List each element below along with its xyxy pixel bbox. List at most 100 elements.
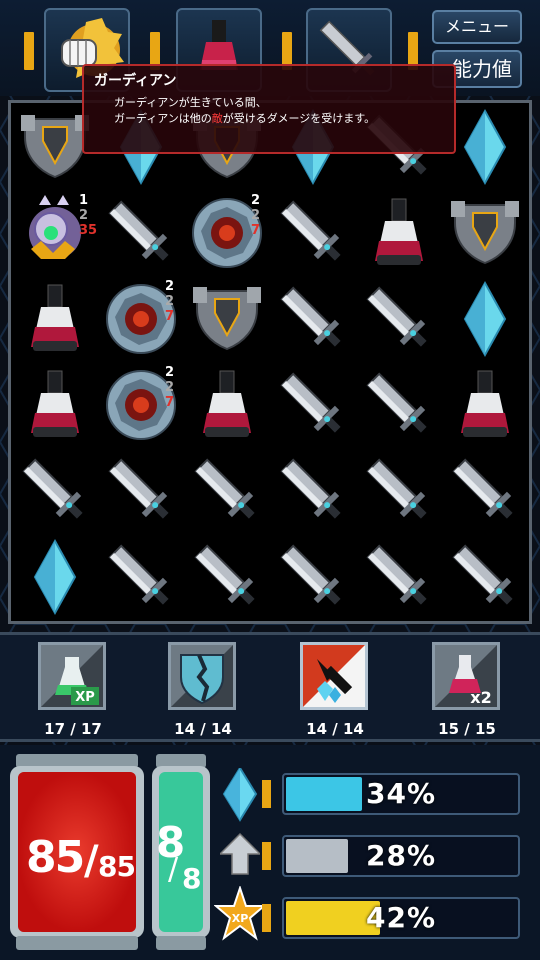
sword-tile[interactable] bbox=[357, 363, 441, 447]
guardian-icon bbox=[451, 201, 519, 265]
up-arrow-icon bbox=[220, 832, 260, 875]
guardian-tile[interactable] bbox=[443, 191, 527, 275]
enemy-stat-a: 2 bbox=[165, 365, 175, 380]
crystal-icon bbox=[33, 538, 77, 616]
sword-tile[interactable] bbox=[357, 277, 441, 361]
enemy-stat-b: 2 bbox=[79, 208, 89, 223]
mp-max: 8 bbox=[182, 862, 202, 895]
sword-tile[interactable] bbox=[99, 535, 183, 619]
sword-tile[interactable] bbox=[13, 449, 97, 533]
sword-icon bbox=[366, 372, 427, 433]
sword-icon bbox=[280, 544, 341, 605]
skill-count: 15 / 15 bbox=[438, 720, 496, 738]
potion-icon bbox=[31, 370, 79, 437]
sword-icon bbox=[194, 458, 255, 519]
sword-icon bbox=[108, 458, 169, 519]
game-board: 1 2 35 2 2 7 2 2 7 2 2 7 bbox=[8, 100, 532, 624]
enemy-stats: 227 bbox=[251, 193, 260, 238]
menu-button[interactable]: メニュー bbox=[432, 10, 522, 44]
sword-icon bbox=[452, 458, 513, 519]
sword-icon bbox=[366, 286, 427, 347]
hp-current: 85 bbox=[26, 832, 85, 883]
broken-shield-skill[interactable] bbox=[168, 642, 236, 710]
sword-tile[interactable] bbox=[357, 449, 441, 533]
slot-marker bbox=[24, 32, 34, 70]
skill-count: 14 / 14 bbox=[174, 720, 232, 738]
sword-tile[interactable] bbox=[99, 449, 183, 533]
sword-tile[interactable] bbox=[185, 449, 269, 533]
double-potion-skill[interactable]: x2 bbox=[432, 642, 500, 710]
crystal-progress-bar: 34% bbox=[282, 773, 520, 815]
crystal-slash-skill[interactable] bbox=[300, 642, 368, 710]
xp-progress-label: 42% bbox=[365, 901, 437, 934]
crystal-tile[interactable] bbox=[443, 277, 527, 361]
sword-tile[interactable] bbox=[357, 535, 441, 619]
crystal-progress-label: 34% bbox=[365, 777, 437, 810]
enemy-tooltip: ガーディアン ガーディアンが生きている間、 ガーディアンは他の敵が受けるダメージ… bbox=[82, 64, 456, 154]
potion-icon bbox=[203, 370, 251, 437]
upgrade-progress-label: 28% bbox=[365, 839, 437, 872]
potion-tile[interactable] bbox=[13, 363, 97, 447]
enemy-stats: 1 2 35 bbox=[79, 193, 97, 238]
sword-icon bbox=[22, 458, 83, 519]
skill-count: 14 / 14 bbox=[306, 720, 364, 738]
guardian-tile[interactable] bbox=[185, 277, 269, 361]
broken-shield-icon bbox=[171, 645, 233, 707]
enemy-stat-a: 2 bbox=[251, 193, 261, 208]
hp-slash: / bbox=[84, 838, 99, 884]
sword-tile[interactable] bbox=[271, 535, 355, 619]
sword-tile[interactable] bbox=[271, 277, 355, 361]
sword-icon bbox=[108, 200, 169, 261]
potion-tile[interactable] bbox=[443, 363, 527, 447]
x2-label: x2 bbox=[470, 688, 491, 707]
enemy-stat-b: 2 bbox=[251, 208, 261, 223]
tooltip-text: が受けるダメージを受けます。 bbox=[222, 112, 376, 125]
sword-icon bbox=[108, 544, 169, 605]
enemy-stats: 227 bbox=[165, 279, 174, 324]
mp-slash: / bbox=[168, 852, 179, 887]
enemy-stat-c: 7 bbox=[251, 223, 261, 238]
potion-icon bbox=[31, 284, 79, 351]
sword-icon bbox=[280, 372, 341, 433]
double-potion-icon: x2 bbox=[435, 645, 497, 707]
crystal-slash-icon bbox=[303, 645, 365, 707]
crystal-icon bbox=[463, 280, 507, 358]
enemy-stat-c: 7 bbox=[165, 309, 175, 324]
sword-icon bbox=[366, 458, 427, 519]
tooltip-line-2: ガーディアンは他の敵が受けるダメージを受けます。 bbox=[114, 110, 375, 126]
potion-tile[interactable] bbox=[357, 191, 441, 275]
xp-badge-label: XP bbox=[232, 912, 249, 925]
sword-tile[interactable] bbox=[271, 191, 355, 275]
guardian-icon bbox=[193, 287, 261, 351]
potion-tile[interactable] bbox=[13, 277, 97, 361]
enemy-stat-a: 1 bbox=[79, 193, 89, 208]
sword-icon bbox=[194, 544, 255, 605]
upgrade-progress-bar: 28% bbox=[282, 835, 520, 877]
xp-progress-bar: 42% bbox=[282, 897, 520, 939]
bar-marker bbox=[262, 780, 271, 808]
sword-tile[interactable] bbox=[443, 535, 527, 619]
sword-tile[interactable] bbox=[271, 363, 355, 447]
sword-icon bbox=[366, 544, 427, 605]
bar-marker bbox=[262, 842, 271, 870]
tooltip-title: ガーディアン bbox=[94, 73, 177, 89]
tooltip-line-1: ガーディアンが生きている間、 bbox=[114, 96, 267, 109]
potion-icon bbox=[461, 370, 509, 437]
sword-tile[interactable] bbox=[185, 535, 269, 619]
enemy-stat-c: 7 bbox=[165, 395, 175, 410]
tooltip-highlight: 敵 bbox=[211, 112, 223, 125]
crystal-tile[interactable] bbox=[13, 535, 97, 619]
potion-tile[interactable] bbox=[185, 363, 269, 447]
bar-marker bbox=[262, 904, 271, 932]
enemy-stats: 227 bbox=[165, 365, 174, 410]
tooltip-text: ガーディアンは他の bbox=[114, 112, 212, 125]
sword-icon bbox=[280, 286, 341, 347]
sword-icon bbox=[280, 458, 341, 519]
enemy-stat-b: 2 bbox=[165, 380, 175, 395]
xp-potion-skill[interactable]: XP bbox=[38, 642, 106, 710]
skill-count: 17 / 17 bbox=[44, 720, 102, 738]
sword-tile[interactable] bbox=[99, 191, 183, 275]
potion-icon bbox=[375, 198, 423, 265]
sword-tile[interactable] bbox=[443, 449, 527, 533]
sword-tile[interactable] bbox=[271, 449, 355, 533]
